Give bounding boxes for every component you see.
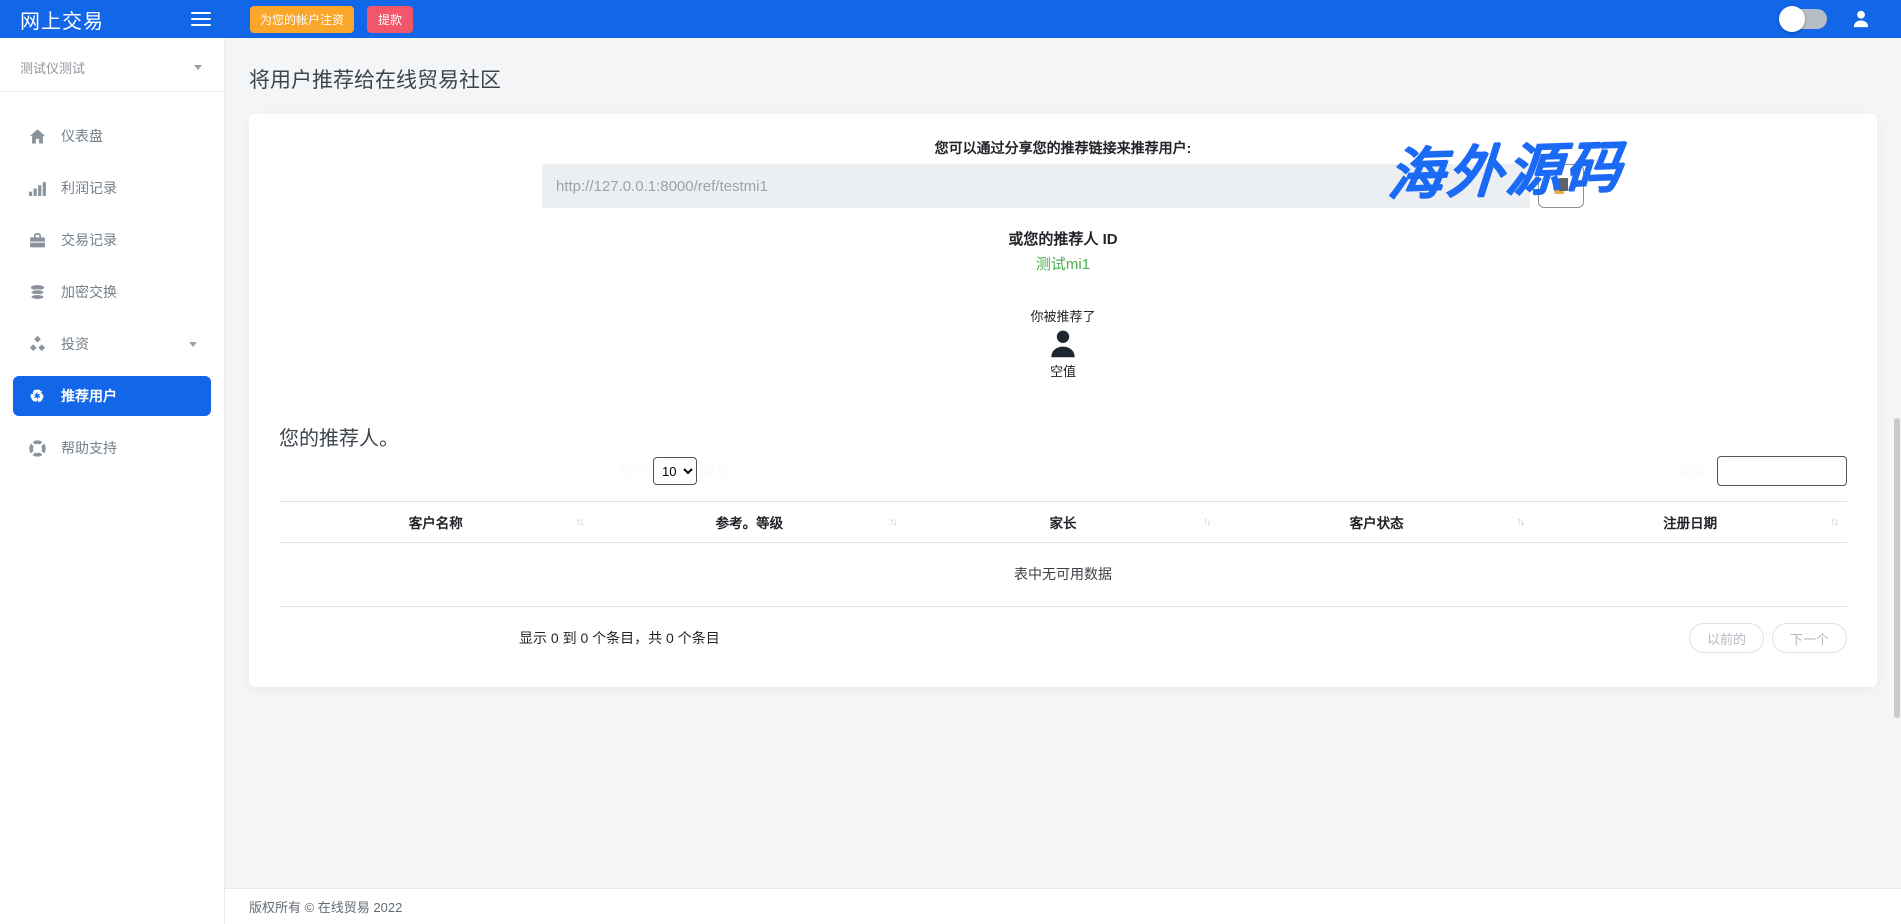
- sort-icon[interactable]: ↑↓: [1516, 516, 1523, 528]
- fund-account-button[interactable]: 为您的帐户注资: [250, 6, 354, 33]
- sidebar-item-label: 推荐用户: [61, 386, 117, 406]
- account-name: 测试仪测试: [20, 58, 85, 77]
- copy-link-button[interactable]: [1538, 164, 1584, 208]
- cubes-icon: [28, 335, 46, 353]
- column-header-parent[interactable]: 家长 ↑↓: [906, 502, 1220, 543]
- recycle-icon: ♻: [28, 387, 46, 405]
- sidebar-item-label: 交易记录: [61, 230, 117, 250]
- chart-bars-icon: [28, 179, 46, 197]
- table-info-text: 显示 0 到 0 个条目，共 0 个条目: [519, 628, 720, 648]
- sidebar-item-label: 利润记录: [61, 178, 117, 198]
- top-navbar: 网上交易 为您的帐户注资 提款: [0, 0, 1901, 38]
- footer: 版权所有 © 在线贸易 2022: [225, 888, 1901, 924]
- column-header-ref-level[interactable]: 参考。等级 ↑↓: [593, 502, 907, 543]
- navbar-right: [1781, 9, 1901, 29]
- referral-link-input[interactable]: [542, 164, 1530, 208]
- sidebar-item-help-support[interactable]: 帮助支持: [13, 428, 211, 468]
- previous-page-button[interactable]: 以前的: [1689, 623, 1764, 653]
- sidebar-nav: 仪表盘 利润记录 交易记录 加密交换 投资: [0, 92, 224, 468]
- sidebar-item-refer-users[interactable]: ♻ 推荐用户: [13, 376, 211, 416]
- main-content: 将用户推荐给在线贸易社区 您可以通过分享您的推荐链接来推荐用户: 或您的推荐人 …: [225, 38, 1901, 924]
- page-length-group: 显示 10 条目: [619, 457, 731, 485]
- page-title: 将用户推荐给在线贸易社区: [249, 64, 1877, 94]
- table-footer: 显示 0 到 0 个条目，共 0 个条目 以前的 下一个: [279, 623, 1847, 653]
- navbar-actions: 为您的帐户注资 提款: [250, 6, 413, 33]
- sidebar-item-label: 仪表盘: [61, 126, 103, 146]
- referrers-section-title: 您的推荐人。: [279, 422, 1847, 451]
- empty-table-message: 表中无可用数据: [279, 543, 1847, 607]
- copyright-text: 版权所有 © 在线贸易 2022: [249, 897, 402, 916]
- table-search-input[interactable]: [1717, 456, 1847, 486]
- sidebar-item-profit-records[interactable]: 利润记录: [13, 168, 211, 208]
- sidebar-item-label: 帮助支持: [61, 438, 117, 458]
- account-selector[interactable]: 测试仪测试: [0, 38, 224, 92]
- column-header-customer-status[interactable]: 客户状态 ↑↓: [1220, 502, 1534, 543]
- sidebar-item-crypto-exchange[interactable]: 加密交换: [13, 272, 211, 312]
- referral-link-row: [542, 164, 1584, 208]
- briefcase-icon: [28, 231, 46, 249]
- sidebar-item-label: 投资: [61, 334, 89, 354]
- toggle-knob: [1779, 6, 1805, 32]
- entries-label: 条目: [703, 461, 731, 481]
- search-group: 搜索:: [1677, 456, 1847, 486]
- withdraw-button[interactable]: 提款: [367, 6, 413, 33]
- sidebar-item-dashboard[interactable]: 仪表盘: [13, 116, 211, 156]
- search-label: 搜索:: [1677, 461, 1709, 481]
- referred-by-block: 你被推荐了 空值: [279, 306, 1847, 380]
- chevron-down-icon: [189, 342, 197, 347]
- scrollbar-track: [1893, 38, 1901, 924]
- sort-icon[interactable]: ↑↓: [1203, 516, 1210, 528]
- column-header-customer-name[interactable]: 客户名称 ↑↓: [279, 502, 593, 543]
- sort-icon[interactable]: ↑↓: [889, 516, 896, 528]
- pagination: 以前的 下一个: [1689, 623, 1847, 653]
- referrer-id-label: 或您的推荐人 ID: [279, 228, 1847, 249]
- share-link-label: 您可以通过分享您的推荐链接来推荐用户:: [279, 138, 1847, 158]
- sidebar-item-trade-records[interactable]: 交易记录: [13, 220, 211, 260]
- empty-table-row: 表中无可用数据: [279, 543, 1847, 607]
- sidebar: 测试仪测试 仪表盘 利润记录 交易记录 加密交换: [0, 38, 225, 924]
- hamburger-menu-icon[interactable]: [191, 12, 211, 26]
- copy-icon: [1553, 177, 1570, 195]
- life-ring-icon: [28, 439, 46, 457]
- column-header-register-date[interactable]: 注册日期 ↑↓: [1533, 502, 1847, 543]
- home-icon: [28, 127, 46, 145]
- coins-icon: [28, 283, 46, 301]
- chevron-down-icon: [194, 65, 202, 70]
- scrollbar-thumb[interactable]: [1894, 418, 1900, 718]
- user-icon[interactable]: [1851, 9, 1871, 29]
- table-controls: 显示 10 条目 搜索:: [279, 455, 1847, 487]
- person-icon: [1047, 328, 1079, 360]
- referrer-id-value: 测试mi1: [279, 253, 1847, 274]
- referred-by-value: 空值: [279, 361, 1847, 380]
- referrers-table: 客户名称 ↑↓ 参考。等级 ↑↓ 家长 ↑↓ 客户状态 ↑↓: [279, 501, 1847, 607]
- app-title: 网上交易: [20, 5, 104, 34]
- referred-by-label: 你被推荐了: [279, 306, 1847, 325]
- sort-icon[interactable]: ↑↓: [1830, 516, 1837, 528]
- table-header-row: 客户名称 ↑↓ 参考。等级 ↑↓ 家长 ↑↓ 客户状态 ↑↓: [279, 502, 1847, 543]
- brand-area: 网上交易: [0, 5, 225, 34]
- sidebar-item-label: 加密交换: [61, 282, 117, 302]
- show-label: 显示: [619, 461, 647, 481]
- page-length-select[interactable]: 10: [653, 457, 697, 485]
- theme-toggle-switch[interactable]: [1781, 9, 1827, 29]
- referral-card: 您可以通过分享您的推荐链接来推荐用户: 或您的推荐人 ID 测试mi1 你被推荐…: [249, 114, 1877, 687]
- sidebar-item-invest[interactable]: 投资: [13, 324, 211, 364]
- sort-icon[interactable]: ↑↓: [576, 516, 583, 528]
- next-page-button[interactable]: 下一个: [1772, 623, 1847, 653]
